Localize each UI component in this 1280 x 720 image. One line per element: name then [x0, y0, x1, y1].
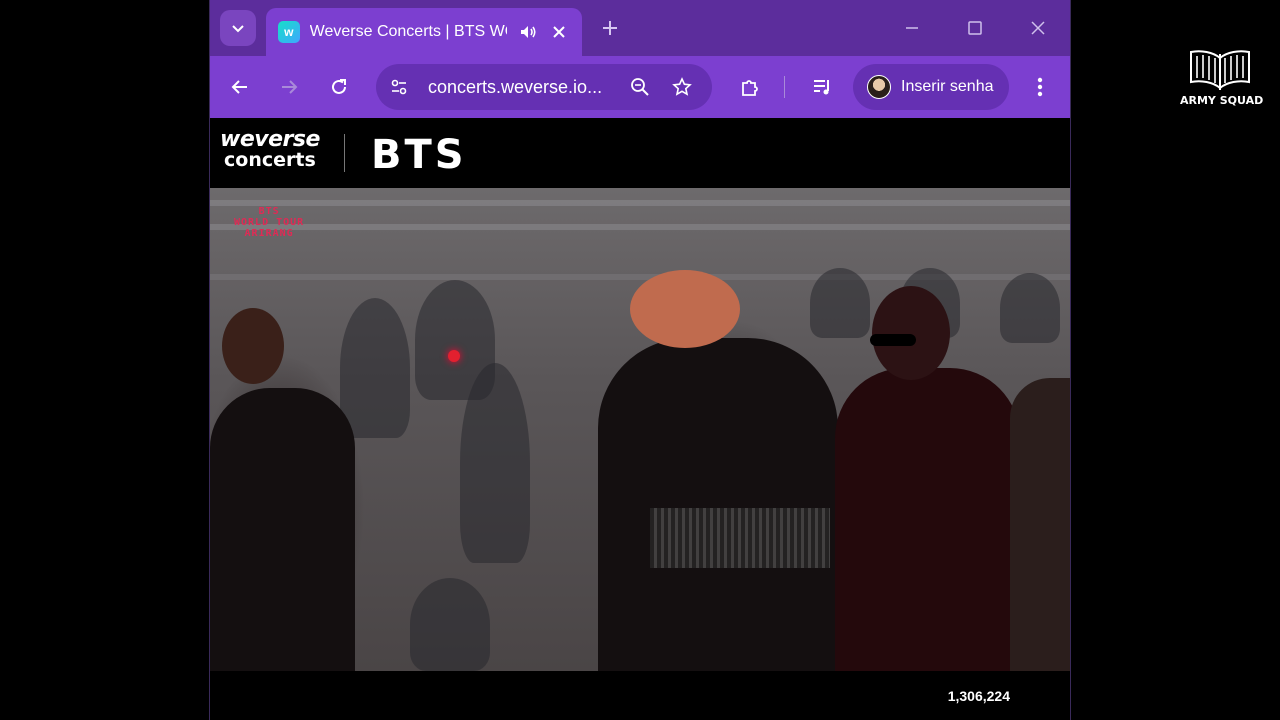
performer-far-right [1010, 378, 1070, 671]
minimize-button[interactable] [896, 12, 928, 44]
avatar [867, 75, 891, 99]
performer-center-hair [630, 270, 740, 348]
media-controls-button[interactable] [804, 69, 840, 105]
tab-strip: w Weverse Concerts | BTS WO [210, 0, 1070, 56]
header-divider [344, 134, 345, 172]
arrow-left-icon [231, 80, 247, 94]
browser-window: w Weverse Concerts | BTS WO concerts.wev… [209, 0, 1071, 720]
close-tab-icon[interactable] [548, 21, 570, 43]
army-squad-watermark: ARMY SQUAD [1180, 48, 1264, 107]
profile-label: Inserir senha [901, 78, 994, 95]
studded-belt [650, 508, 830, 568]
viewer-count: 1,306,224 [947, 688, 1010, 704]
stage-light [448, 350, 460, 362]
maximize-button[interactable] [959, 12, 991, 44]
performer-left [210, 388, 355, 671]
puzzle-icon [742, 80, 758, 96]
performer-left-head [222, 308, 284, 384]
zoom-icon[interactable] [626, 73, 654, 101]
new-tab-button[interactable] [596, 14, 624, 42]
stage-rail [210, 224, 1070, 230]
browser-toolbar: concerts.weverse.io... Inserir senha [210, 56, 1070, 118]
profile-button[interactable]: Inserir senha [853, 64, 1009, 110]
video-player[interactable]: BTS WORLD TOUR ARIRANG [210, 188, 1070, 671]
video-footer: 1,306,224 [210, 671, 1070, 720]
playlist-icon [814, 80, 829, 95]
crowd-figure [410, 578, 490, 671]
brand-line-2: concerts [224, 149, 316, 171]
address-bar[interactable]: concerts.weverse.io... [376, 64, 712, 110]
brand-line-1: weverse [220, 127, 320, 152]
forward-button[interactable] [271, 69, 307, 105]
browser-menu-button[interactable] [1026, 69, 1054, 105]
tab-search-button[interactable] [220, 10, 256, 46]
sunglasses [870, 334, 916, 346]
reload-button[interactable] [321, 69, 357, 105]
site-header: weverse concerts BTS [210, 118, 1070, 188]
performer-right-head [872, 286, 950, 380]
reload-icon [332, 79, 346, 94]
weverse-favicon-icon: w [278, 21, 300, 43]
more-vert-icon [1037, 77, 1043, 97]
active-tab[interactable]: w Weverse Concerts | BTS WO [266, 8, 582, 56]
url-text[interactable]: concerts.weverse.io... [428, 77, 610, 98]
tour-overlay-logo: BTS WORLD TOUR ARIRANG [234, 206, 304, 239]
plus-icon [603, 21, 617, 35]
crowd-figure [340, 298, 410, 438]
weverse-concerts-logo[interactable]: weverse concerts [220, 127, 320, 171]
tab-title: Weverse Concerts | BTS WO [309, 23, 507, 40]
site-settings-icon[interactable] [386, 74, 412, 100]
performer-right [835, 368, 1020, 671]
crowd-figure [1000, 273, 1060, 343]
crowd-figure [810, 268, 870, 338]
speaker-icon[interactable] [517, 21, 539, 43]
close-window-button[interactable] [1022, 12, 1054, 44]
crowd-figure [460, 363, 530, 563]
maximize-icon [968, 21, 982, 35]
performer-center [598, 338, 838, 671]
artist-name[interactable]: BTS [371, 132, 467, 178]
star-bookmark-icon[interactable] [668, 73, 696, 101]
chevron-down-icon [232, 25, 244, 33]
arrow-right-icon [282, 80, 298, 94]
tour-logo-line-3: ARIRANG [244, 228, 294, 239]
toolbar-divider [784, 76, 785, 98]
minimize-icon [906, 27, 918, 29]
close-icon [1031, 21, 1045, 35]
tour-logo-line-2: WORLD TOUR [234, 217, 305, 228]
book-logo-icon [1190, 50, 1250, 90]
back-button[interactable] [222, 69, 258, 105]
tour-logo-line-1: BTS [258, 206, 280, 217]
extensions-button[interactable] [732, 69, 768, 105]
page-content: weverse concerts BTS BTS WORLD TOUR ARIR… [210, 118, 1070, 720]
watermark-text: ARMY SQUAD [1180, 94, 1264, 107]
stage-rail [210, 200, 1070, 206]
screen: w Weverse Concerts | BTS WO concerts.wev… [0, 0, 1280, 720]
